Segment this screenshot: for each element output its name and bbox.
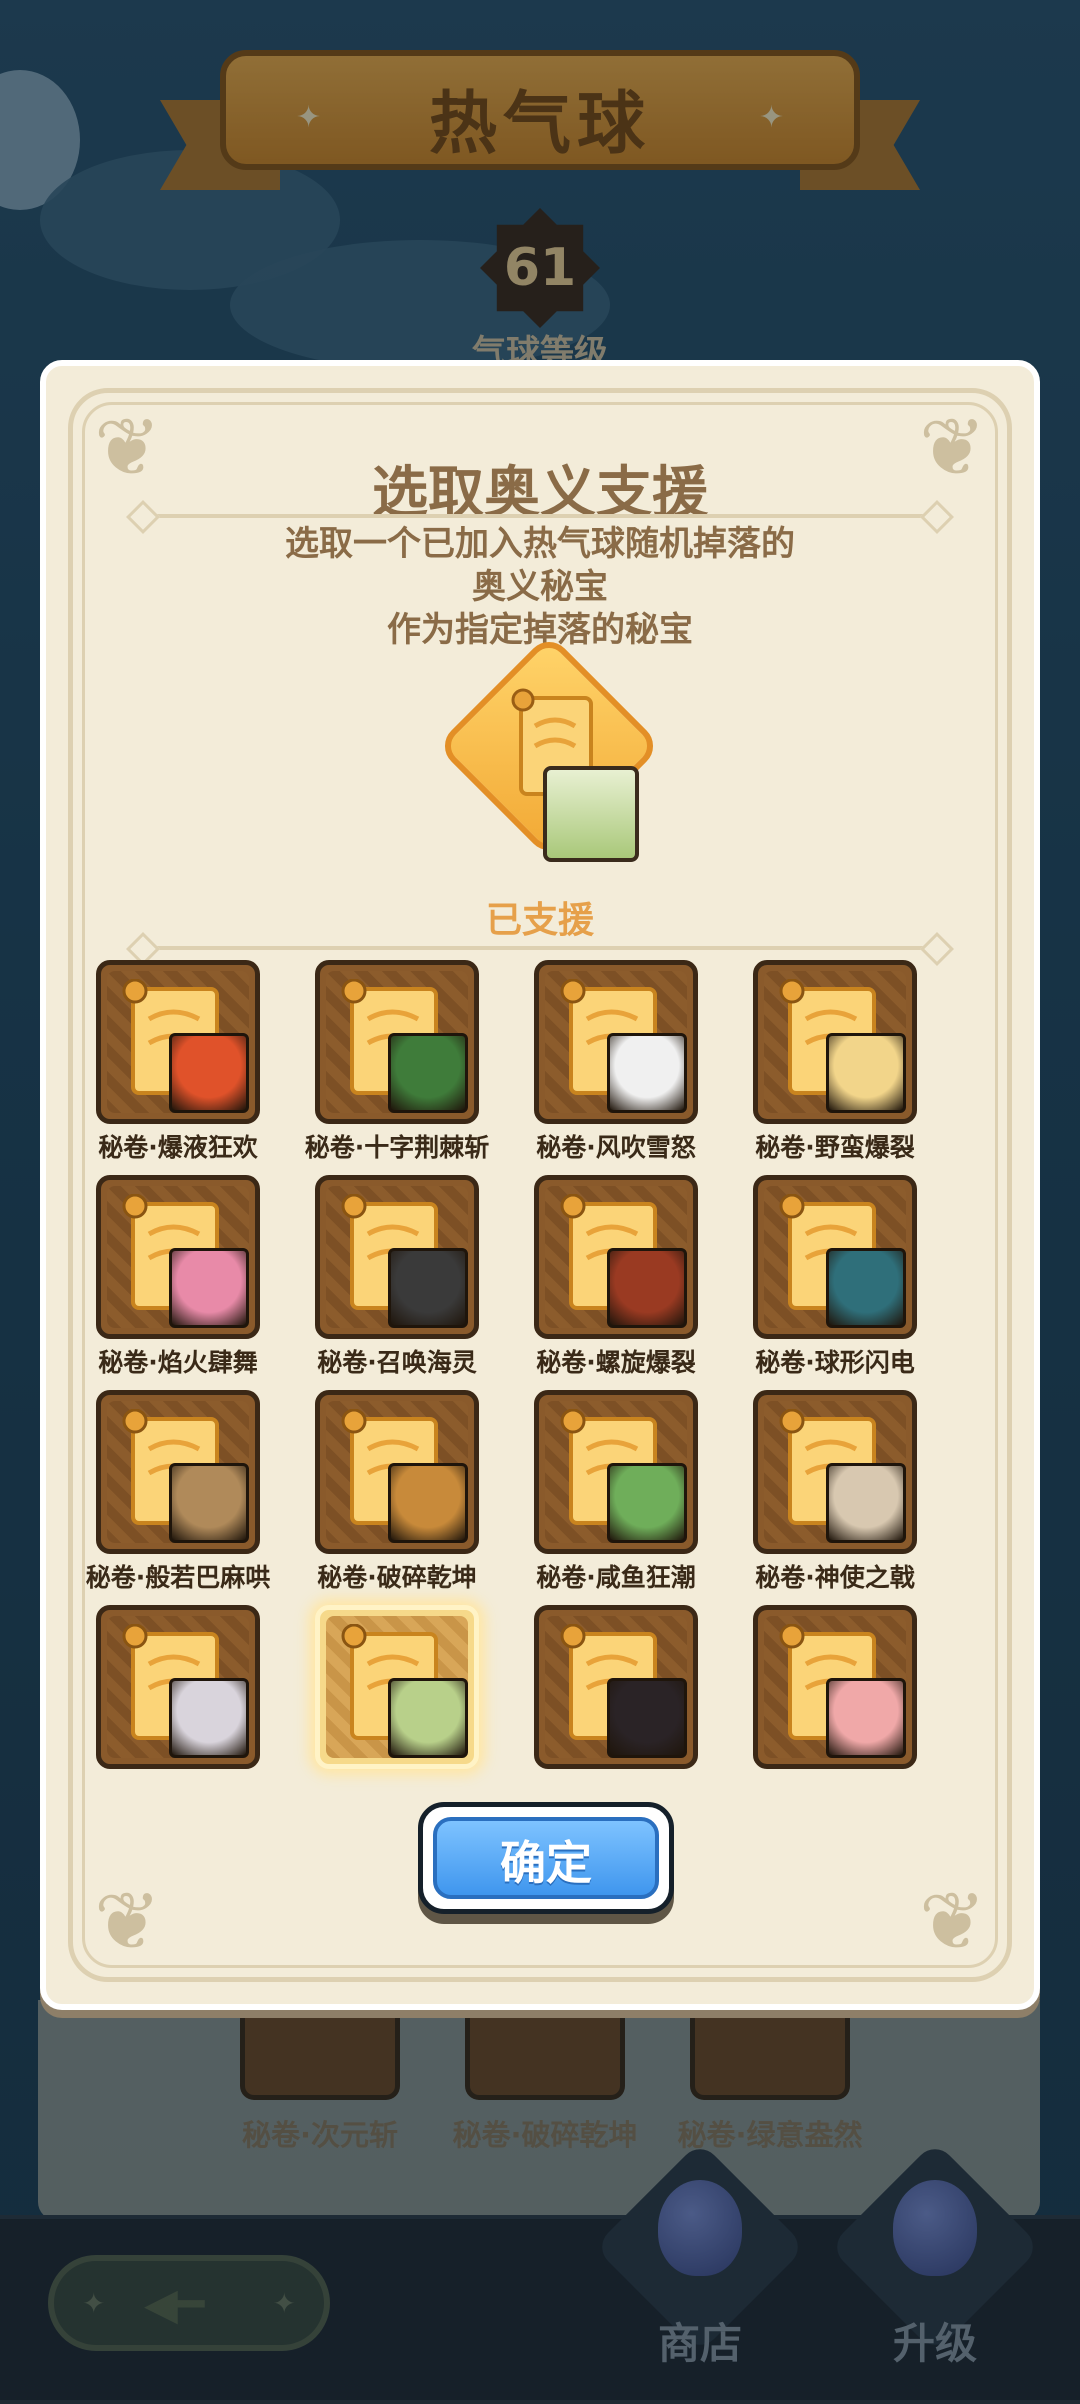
- scroll-name: 秘卷·神使之戟: [755, 1563, 915, 1592]
- secret-scroll-card[interactable]: 秘卷·风吹雪怒: [534, 960, 698, 1162]
- scroll-name: 秘卷·十字荆棘斩: [304, 1133, 490, 1162]
- scroll-tile: [534, 1605, 698, 1769]
- scroll-name: 秘卷·破碎乾坤: [317, 1563, 477, 1592]
- select-support-dialog: ❦ ❦ ❦ ❦ 选取奥义支援 选取一个已加入热气球随机掉落的 奥义秘宝 作为指定…: [40, 360, 1040, 2010]
- character-portrait: [388, 1033, 468, 1113]
- secret-scroll-card[interactable]: 秘卷·十字荆棘斩: [305, 960, 489, 1162]
- scroll-name: 秘卷·爆液狂欢: [98, 1133, 258, 1162]
- secret-scroll-card[interactable]: 秘卷·般若巴麻哄: [86, 1390, 270, 1592]
- supported-divider: [141, 946, 939, 950]
- scroll-name: 秘卷·球形闪电: [755, 1348, 915, 1377]
- character-portrait: [826, 1033, 906, 1113]
- scroll-name: 秘卷·野蛮爆裂: [755, 1133, 915, 1162]
- secret-scroll-card[interactable]: [753, 1605, 917, 1805]
- character-portrait: [826, 1463, 906, 1543]
- scroll-name: 秘卷·螺旋爆裂: [536, 1348, 696, 1377]
- scroll-tile: [315, 1390, 479, 1554]
- scroll-name: 秘卷·焰火肆舞: [98, 1348, 258, 1377]
- scroll-name: 秘卷·般若巴麻哄: [85, 1563, 271, 1592]
- scroll-tile: [753, 1605, 917, 1769]
- secret-scroll-card[interactable]: [315, 1605, 479, 1805]
- scroll-tile: [96, 1175, 260, 1339]
- scroll-tile: [753, 960, 917, 1124]
- secret-scroll-card[interactable]: 秘卷·神使之戟: [753, 1390, 917, 1592]
- supported-secret-icon: [435, 632, 663, 866]
- secret-scroll-card[interactable]: [534, 1605, 698, 1805]
- character-portrait: [826, 1248, 906, 1328]
- scroll-tile: [315, 1175, 479, 1339]
- character-portrait: [388, 1248, 468, 1328]
- scroll-tile: [315, 960, 479, 1124]
- confirm-label: 确定: [500, 1836, 592, 1890]
- scroll-tile: [534, 1390, 698, 1554]
- supported-heading: 已支援: [485, 900, 594, 941]
- scroll-tile: [753, 1175, 917, 1339]
- dialog-description-line: 选取一个已加入热气球随机掉落的: [285, 524, 795, 564]
- character-portrait: [169, 1463, 249, 1543]
- character-portrait: [388, 1678, 468, 1758]
- character-portrait: [607, 1678, 687, 1758]
- scroll-tile: [96, 1390, 260, 1554]
- character-portrait: [543, 766, 639, 862]
- confirm-button[interactable]: 确定: [418, 1802, 674, 1914]
- scroll-name: 秘卷·风吹雪怒: [536, 1133, 696, 1162]
- secret-scroll-card[interactable]: 秘卷·破碎乾坤: [315, 1390, 479, 1592]
- character-portrait: [607, 1463, 687, 1543]
- character-portrait: [169, 1248, 249, 1328]
- scroll-name: 秘卷·咸鱼狂潮: [536, 1563, 696, 1592]
- corner-ornament-icon: ❦: [94, 1875, 162, 1968]
- character-portrait: [607, 1248, 687, 1328]
- dialog-description-line: 奥义秘宝: [472, 567, 608, 607]
- scroll-name: 秘卷·召唤海灵: [317, 1348, 477, 1377]
- scroll-tile: [96, 1605, 260, 1769]
- character-portrait: [826, 1678, 906, 1758]
- scroll-tile: [96, 960, 260, 1124]
- secret-scroll-card[interactable]: 秘卷·焰火肆舞: [96, 1175, 260, 1377]
- character-portrait: [169, 1678, 249, 1758]
- secret-scroll-card[interactable]: 秘卷·咸鱼狂潮: [534, 1390, 698, 1592]
- scroll-tile: [753, 1390, 917, 1554]
- character-portrait: [169, 1033, 249, 1113]
- secret-scroll-card[interactable]: 秘卷·球形闪电: [753, 1175, 917, 1377]
- scroll-tile: [534, 960, 698, 1124]
- secret-scroll-card[interactable]: 秘卷·螺旋爆裂: [534, 1175, 698, 1377]
- character-portrait: [607, 1033, 687, 1113]
- scroll-tile: [534, 1175, 698, 1339]
- character-portrait: [388, 1463, 468, 1543]
- secret-scroll-card[interactable]: [96, 1605, 260, 1805]
- secret-scroll-card[interactable]: 秘卷·野蛮爆裂: [753, 960, 917, 1162]
- corner-ornament-icon: ❦: [918, 1875, 986, 1968]
- secret-scroll-card[interactable]: 秘卷·召唤海灵: [315, 1175, 479, 1377]
- scroll-tile: [315, 1605, 479, 1769]
- secret-scroll-card[interactable]: 秘卷·爆液狂欢: [96, 960, 260, 1162]
